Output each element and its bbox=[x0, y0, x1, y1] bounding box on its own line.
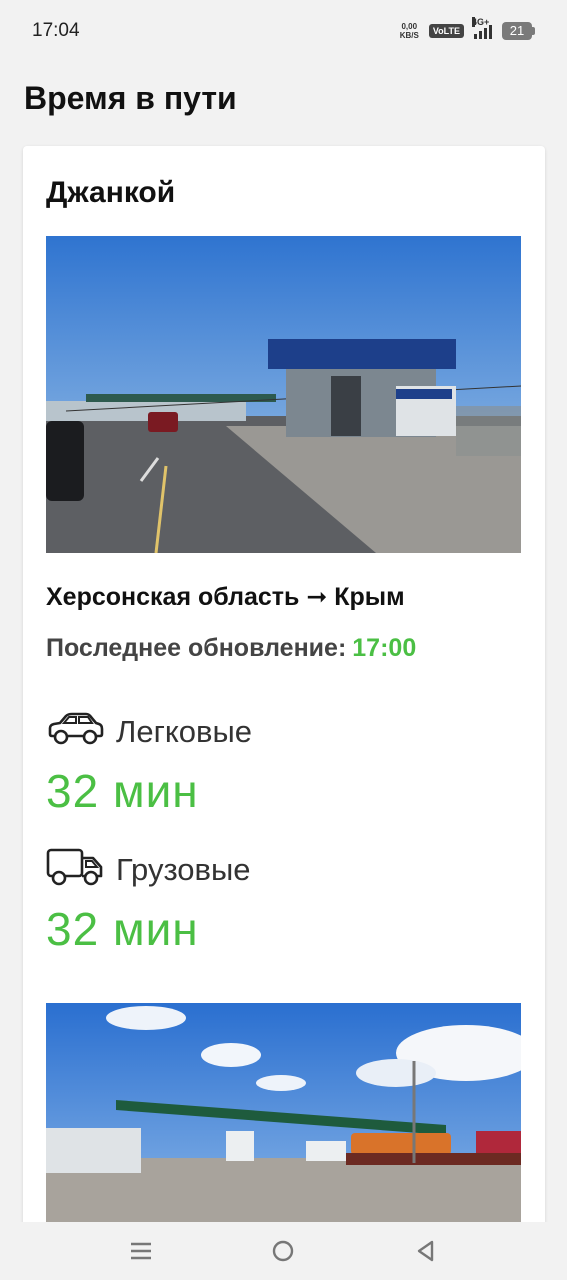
checkpoint-photo bbox=[46, 236, 521, 553]
network-speed: 0,00 KB/S bbox=[400, 22, 419, 40]
checkpoint-photo-2 bbox=[46, 1003, 521, 1233]
network-type: 4G+ bbox=[472, 17, 490, 27]
home-icon[interactable] bbox=[263, 1231, 303, 1271]
battery-level: 21 bbox=[502, 22, 532, 40]
status-icons: 0,00 KB/S VoLTE 4G+ 21 bbox=[400, 17, 535, 40]
city-title: Джанкой bbox=[46, 176, 176, 209]
status-time: 17:04 bbox=[32, 20, 80, 41]
signal-icon: 4G+ bbox=[472, 17, 492, 39]
system-nav-bar bbox=[0, 1222, 567, 1280]
battery-icon: 21 bbox=[502, 22, 535, 40]
volte-badge: VoLTE bbox=[428, 24, 464, 38]
status-bar: 17:04 0,00 KB/S VoLTE 4G+ 21 bbox=[0, 0, 567, 62]
car-icon bbox=[46, 712, 104, 751]
trucks-label: Грузовые bbox=[116, 851, 251, 887]
truck-icon bbox=[46, 848, 104, 891]
page-title: Время в пути bbox=[24, 80, 237, 116]
menu-icon[interactable] bbox=[121, 1231, 161, 1271]
route-text: Херсонская область ➞ Крым bbox=[46, 583, 405, 611]
cars-row: Легковые bbox=[46, 712, 252, 751]
trucks-row: Грузовые bbox=[46, 848, 251, 891]
cars-duration: 32 мин bbox=[46, 765, 199, 817]
last-update-label: Последнее обновление: bbox=[46, 634, 347, 662]
last-update: Последнее обновление: 17:00 bbox=[46, 634, 416, 663]
cars-label: Легковые bbox=[116, 713, 253, 749]
checkpoint-card[interactable]: Джанкой Херсонская область ➞ Крым Послед… bbox=[23, 146, 545, 1246]
network-speed-unit: KB/S bbox=[399, 31, 419, 40]
network-speed-value: 0,00 bbox=[401, 22, 418, 31]
trucks-duration: 32 мин bbox=[46, 903, 199, 955]
last-update-time: 17:00 bbox=[352, 634, 417, 662]
back-icon[interactable] bbox=[406, 1231, 446, 1271]
